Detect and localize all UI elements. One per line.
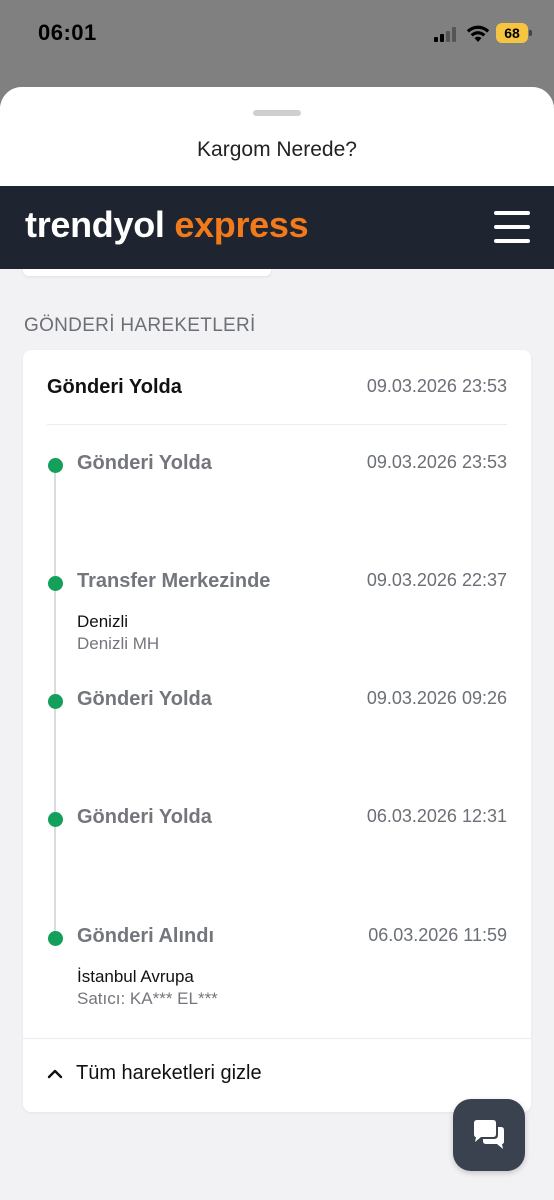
- event-sublocation: Denizli MH: [77, 634, 160, 653]
- section-title: GÖNDERİ HAREKETLERİ: [24, 315, 256, 336]
- logo-text-express: express: [174, 204, 309, 245]
- card-divider: [47, 424, 507, 425]
- event-date: 09.03.2026 09:26: [366, 688, 507, 708]
- event-sublocation: Satıcı: KA*** EL***: [77, 989, 218, 1008]
- bottom-sheet: Kargom Nerede? trendyol express GÖNDERİ …: [0, 87, 554, 1200]
- hide-all-movements-button[interactable]: Tüm hareketleri gizle: [23, 1039, 531, 1112]
- chevron-up-icon: [47, 1069, 63, 1079]
- brand-header: trendyol express: [0, 186, 554, 269]
- timeline-event: Gönderi Yolda 09.03.2026 09:26: [23, 688, 531, 778]
- event-title: Transfer Merkezinde: [77, 570, 271, 592]
- event-date: 06.03.2026 11:59: [368, 925, 507, 945]
- cellular-signal-icon: [434, 26, 460, 42]
- status-dot-icon: [48, 576, 63, 591]
- status-dot-icon: [48, 694, 63, 709]
- screen: 06:01 68 Kargom Nerede? trendyol express: [0, 0, 554, 1200]
- wifi-icon: [466, 25, 490, 42]
- current-status: Gönderi Yolda: [47, 376, 182, 398]
- logo-text-trendyol: trendyol: [25, 204, 165, 245]
- timeline-event: Gönderi Alındı 06.03.2026 11:59 İstanbul…: [23, 925, 531, 1015]
- chat-bubbles-icon: [474, 1120, 504, 1149]
- timeline-event: Gönderi Yolda 09.03.2026 23:53: [23, 452, 531, 542]
- card-header: Gönderi Yolda 09.03.2026 23:53: [23, 350, 531, 424]
- status-dot-icon: [48, 812, 63, 827]
- sheet-grabber[interactable]: [253, 110, 301, 116]
- event-date: 09.03.2026 23:53: [366, 452, 507, 472]
- sheet-title: Kargom Nerede?: [197, 138, 357, 161]
- battery-level: 68: [496, 23, 528, 43]
- timeline-event: Transfer Merkezinde 09.03.2026 22:37 Den…: [23, 570, 531, 660]
- chat-button[interactable]: [453, 1099, 525, 1171]
- battery-tip: [529, 30, 532, 36]
- trendyol-express-logo[interactable]: trendyol express: [25, 204, 309, 246]
- status-bar: 06:01 68: [0, 0, 554, 70]
- event-title: Gönderi Yolda: [77, 806, 212, 828]
- event-title: Gönderi Yolda: [77, 688, 212, 710]
- sheet-header: Kargom Nerede?: [0, 87, 554, 186]
- event-location: İstanbul Avrupa: [77, 967, 194, 986]
- current-status-date: 09.03.2026 23:53: [366, 376, 507, 396]
- hide-all-movements-label: Tüm hareketleri gizle: [76, 1062, 262, 1084]
- status-time: 06:01: [38, 20, 97, 45]
- event-date: 06.03.2026 12:31: [366, 806, 507, 826]
- event-title: Gönderi Alındı: [77, 925, 215, 947]
- battery-indicator: 68: [496, 23, 532, 43]
- hamburger-menu-icon[interactable]: [494, 210, 530, 244]
- event-location: Denizli: [77, 612, 129, 631]
- event-title: Gönderi Yolda: [77, 452, 212, 474]
- status-dot-icon: [48, 931, 63, 946]
- previous-card-edge: [23, 269, 271, 276]
- event-date: 09.03.2026 22:37: [366, 570, 507, 590]
- status-dot-icon: [48, 458, 63, 473]
- timeline-event: Gönderi Yolda 06.03.2026 12:31: [23, 806, 531, 896]
- shipment-movements-card: Gönderi Yolda 09.03.2026 23:53 Gönderi Y…: [23, 350, 531, 1112]
